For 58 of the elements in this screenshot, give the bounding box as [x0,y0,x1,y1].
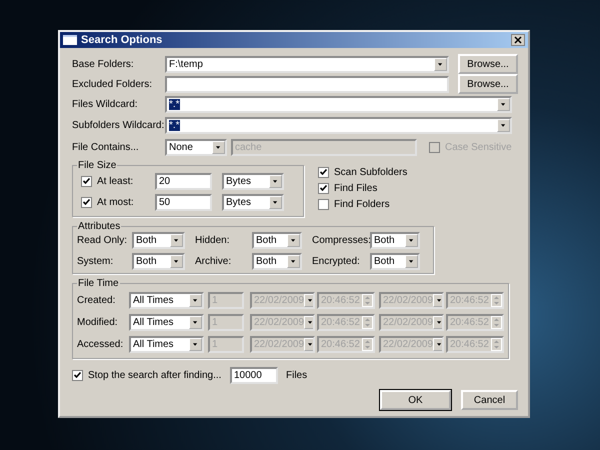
field-label: File Contains... [72,142,140,152]
field-label: System: [77,256,114,267]
checkbox-label: At least: [97,176,134,187]
size-input-field[interactable]: 50 [155,194,212,211]
browse-button[interactable]: Browse... [458,54,518,74]
checkbox[interactable] [318,166,329,178]
checkbox[interactable] [81,176,92,187]
field-label: Base Folders: [72,58,135,70]
wildcard-dropdown[interactable]: *.* [165,117,512,134]
field-label: Compresses: [312,235,370,246]
attribute-dropdown[interactable]: Both [132,232,185,249]
spinner-arrows-icon[interactable] [362,294,373,306]
field-label: Accessed: [77,338,124,350]
checkbox-label: At most: [97,197,135,208]
field-label: Created: [77,294,116,306]
group-title: File Time [77,278,120,289]
spinner-arrows-icon[interactable] [491,294,502,306]
attribute-dropdown[interactable]: Both [252,232,302,249]
folder-dropdown[interactable]: F:\temp [165,56,449,72]
field-label: Files Wildcard: [72,99,139,110]
spinner-arrows-icon[interactable] [362,338,373,350]
spinner-arrows-icon[interactable] [491,338,502,350]
field-label: Modified: [77,316,119,328]
window-title: Search Options [81,34,164,46]
group-title: File Size [77,160,118,171]
checkbox[interactable] [81,197,92,208]
field-label: Read Only: [77,235,128,246]
checkbox[interactable] [318,182,329,194]
spinner-arrows-icon[interactable] [491,316,502,328]
size-input-field[interactable]: 20 [155,173,212,190]
folder-input-field[interactable] [165,76,449,92]
window-icon [63,35,77,45]
unit-dropdown[interactable]: Bytes [222,194,284,211]
spinner-arrows-icon[interactable] [362,316,373,328]
close-icon[interactable] [511,34,525,46]
field-label: Hidden: [195,235,230,246]
attribute-dropdown[interactable]: Both [370,253,420,270]
limit-input-field[interactable]: 10000 [230,366,278,384]
dialog-button[interactable]: OK [380,390,451,410]
attribute-dropdown[interactable]: Both [132,253,185,270]
checkbox[interactable] [318,198,329,210]
field-label: Subfolders Wildcard: [72,120,165,131]
browse-button[interactable]: Browse... [458,74,518,94]
unit-dropdown[interactable]: Bytes [222,173,284,190]
field-label: Archive: [195,256,232,267]
checkbox[interactable] [72,370,83,380]
group-title: Attributes [77,221,122,232]
unit-label: Files [286,370,308,380]
attribute-dropdown[interactable]: Both [252,253,302,270]
wildcard-dropdown[interactable]: *.* [165,96,512,113]
checkbox-label: Find Folders [334,198,390,210]
checkbox-label: Stop the search after finding... [88,370,222,380]
field-label: Encrypted: [312,256,361,267]
attribute-dropdown[interactable]: Both [370,232,420,249]
checkbox-label: Find Files [334,182,378,194]
dialog-button[interactable]: Cancel [461,390,518,410]
field-label: Excluded Folders: [72,78,154,90]
checkbox-label: Scan Subfolders [334,166,408,178]
